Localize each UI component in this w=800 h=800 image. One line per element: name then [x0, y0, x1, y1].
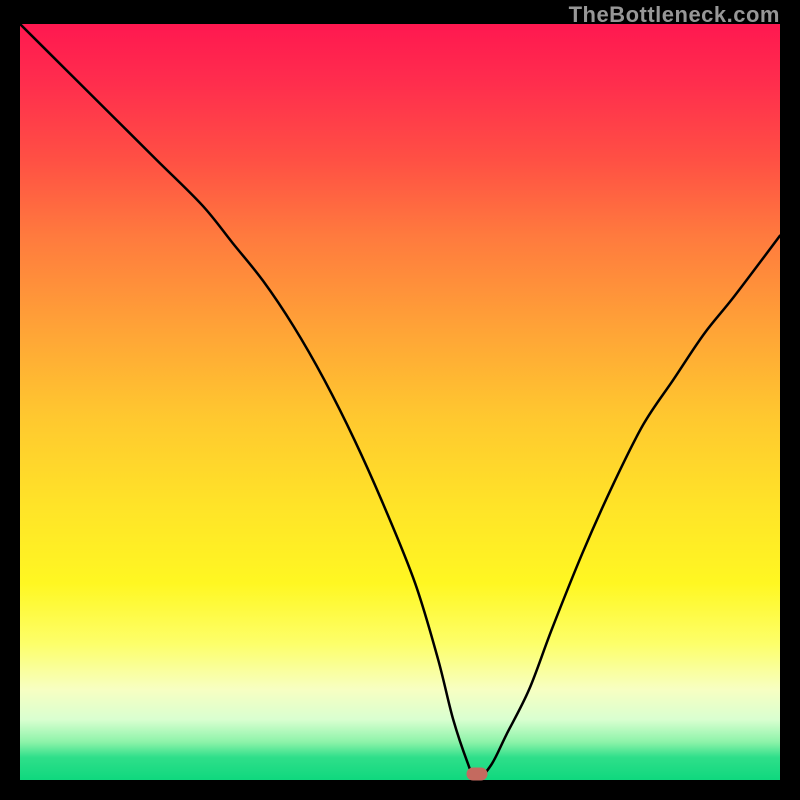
- chart-background-gradient: [20, 24, 780, 780]
- chart-plot-area: [20, 24, 780, 780]
- optimal-point-marker: [467, 768, 488, 781]
- watermark-text: TheBottleneck.com: [569, 2, 780, 28]
